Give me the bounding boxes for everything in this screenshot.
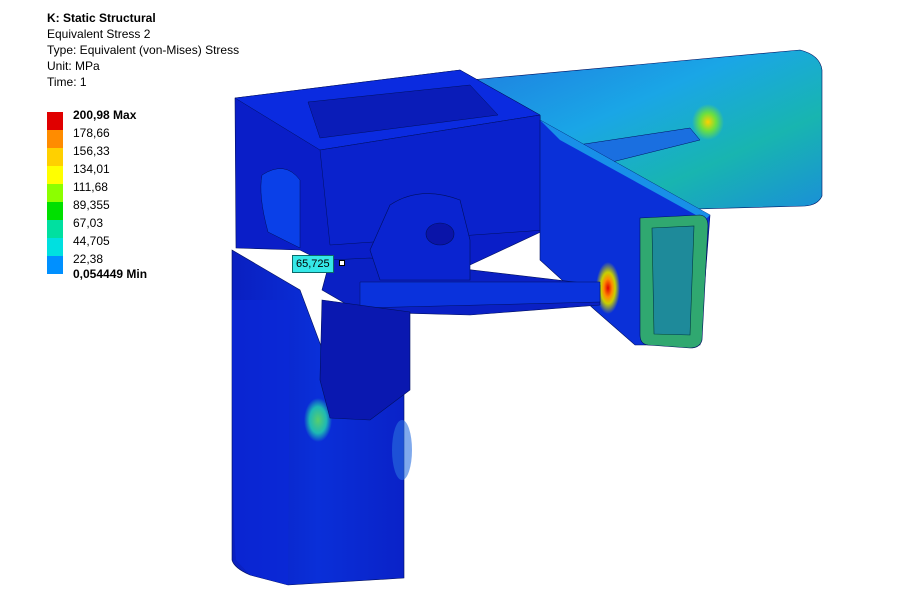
legend-label: 44,705 [73,234,110,248]
legend-swatch [47,202,63,220]
legend-swatch [47,130,63,148]
legend-label: 22,38 [73,252,104,266]
result-name: Equivalent Stress 2 [47,27,151,41]
legend-label: 67,03 [73,216,104,230]
legend-label: 89,355 [73,198,110,212]
legend-swatch [47,166,63,184]
legend-label: 156,33 [73,144,110,158]
legend-label: 111,68 [73,180,108,194]
probe-label[interactable]: 65,725 [292,255,334,273]
legend-swatch [47,220,63,238]
legend-swatch [47,184,63,202]
legend-swatch [47,148,63,166]
model-viewport[interactable] [0,0,900,600]
legend-swatch [47,256,63,274]
result-unit: Unit: MPa [47,59,100,73]
legend-label: 178,66 [73,126,110,140]
legend-label: 134,01 [73,162,110,176]
legend-label-min: 0,054449 Min [73,267,148,281]
legend-swatch [47,112,63,130]
result-type: Type: Equivalent (von-Mises) Stress [47,43,240,57]
probe-marker[interactable] [339,260,345,266]
result-time: Time: 1 [47,75,87,89]
analysis-system-title: K: Static Structural [47,11,156,25]
legend-label-max: 200,98 Max [73,108,137,122]
legend-swatch [47,238,63,256]
